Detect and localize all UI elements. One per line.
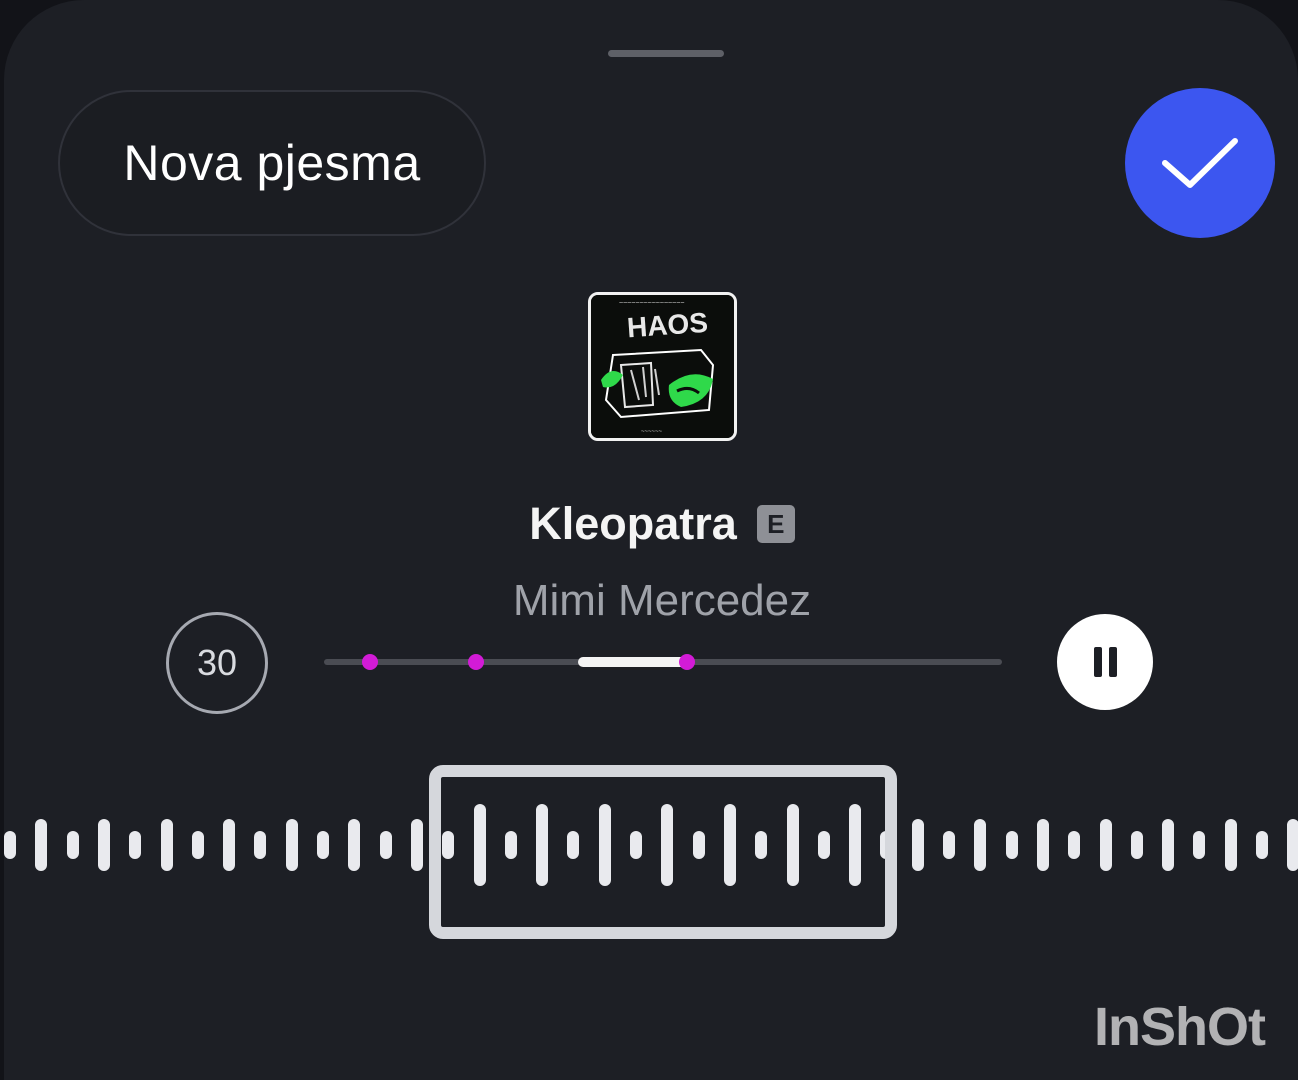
waveform-bar <box>35 819 48 871</box>
waveform-bar <box>317 831 329 859</box>
waveform-bar <box>4 831 16 859</box>
waveform-bar <box>1193 831 1206 859</box>
song-title-row: Kleopatra E <box>0 494 1298 554</box>
svg-text:~~~~~~: ~~~~~~ <box>641 429 663 435</box>
waveform-bar <box>410 819 423 871</box>
timeline-marker[interactable] <box>679 654 695 670</box>
confirm-button[interactable] <box>1125 88 1275 238</box>
inshot-watermark: InShOt <box>1094 997 1266 1057</box>
waveform-bar <box>1036 819 1049 871</box>
waveform-bar <box>223 819 236 871</box>
waveform-bar <box>1005 831 1018 859</box>
checkmark-icon <box>1162 138 1238 188</box>
svg-text:~~~~~~~~~~~~~~~~: ~~~~~~~~~~~~~~~~ <box>619 300 684 307</box>
waveform-bar <box>129 831 142 859</box>
waveform-bar <box>911 819 924 871</box>
waveform-bar <box>1099 819 1112 871</box>
waveform-bar <box>254 831 267 859</box>
waveform-bar <box>160 819 173 871</box>
timeline-marker[interactable] <box>468 654 484 670</box>
song-title: Kleopatra <box>529 498 737 549</box>
new-song-button[interactable]: Nova pjesma <box>58 90 486 236</box>
waveform-bar <box>1224 819 1237 871</box>
clip-selection-frame[interactable] <box>429 765 897 939</box>
waveform-bar <box>974 819 987 871</box>
waveform-bar <box>1162 819 1175 871</box>
pause-button[interactable] <box>1057 614 1153 710</box>
progress-active-segment <box>578 657 688 667</box>
timeline-marker[interactable] <box>362 654 378 670</box>
drag-handle[interactable] <box>608 50 724 57</box>
pause-icon <box>1093 647 1102 677</box>
waveform-bar <box>285 819 298 871</box>
waveform-bar <box>1130 831 1143 859</box>
waveform-bar <box>943 831 955 859</box>
waveform-bar <box>1068 831 1081 859</box>
waveform-bar <box>1256 831 1268 859</box>
waveform-bar <box>66 831 79 859</box>
waveform-bar <box>1287 819 1298 871</box>
waveform-bar <box>191 831 204 859</box>
album-art-title: HAOS <box>626 307 709 344</box>
album-art: ~~~~~~~~~~~~~~~~ HAOS ~~~~~~ <box>588 292 737 441</box>
clip-duration-button[interactable]: 30 <box>166 612 268 714</box>
waveform-bar <box>348 819 361 871</box>
waveform-bar <box>97 819 110 871</box>
explicit-badge: E <box>756 505 795 543</box>
waveform-bar <box>379 831 392 859</box>
